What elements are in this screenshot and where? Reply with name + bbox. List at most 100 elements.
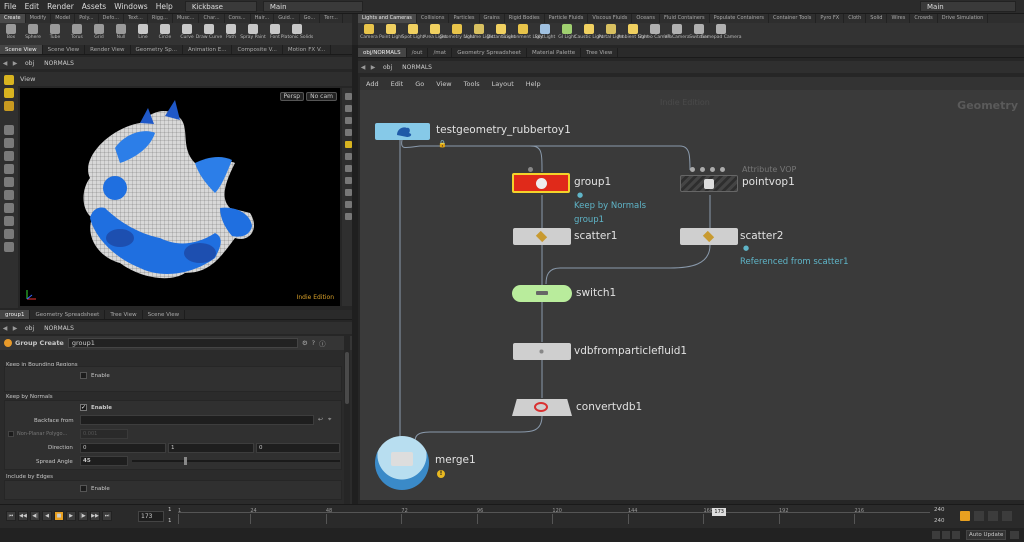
shelf-tab-left-13[interactable]: Terr...	[320, 14, 343, 23]
shelf-tab-left-10[interactable]: Hair...	[251, 14, 275, 23]
rotate-tool-icon[interactable]	[4, 101, 14, 111]
group1-input-connector[interactable]	[528, 167, 533, 172]
shelf-tab-right-16[interactable]: Drive Simulation	[938, 14, 989, 23]
end-frame[interactable]: 240	[934, 507, 945, 513]
shelf-tab-left-8[interactable]: Char...	[199, 14, 225, 23]
move-tool-icon[interactable]	[4, 88, 14, 98]
snapshot-icon[interactable]	[344, 213, 352, 220]
scene-tab-5[interactable]: Composite V...	[232, 45, 283, 54]
shelf-tool-tube[interactable]: Tube	[44, 23, 66, 45]
scene-tab-6[interactable]: Motion FX V...	[283, 45, 332, 54]
direction-y-field[interactable]: 1	[168, 443, 254, 453]
shelf-tab-right-6[interactable]: Viscous Fluids	[588, 14, 633, 23]
shelf-tab-right-15[interactable]: Crowds	[910, 14, 938, 23]
desktop-select-left[interactable]: Kickbase	[184, 1, 257, 12]
next-key-icon[interactable]: |▶	[78, 511, 88, 521]
shelf-tool-curve[interactable]: Curve	[176, 23, 198, 45]
forward-arrow-icon[interactable]: ▶	[10, 325, 20, 332]
refresh-icon[interactable]	[1010, 531, 1019, 539]
direction-z-field[interactable]: 0	[256, 443, 340, 453]
shelf-tool-area-light[interactable]: Area Light	[423, 23, 447, 45]
warning-icon[interactable]: !	[437, 470, 445, 478]
shelf-tool-spot-light[interactable]: Spot Light	[402, 23, 424, 45]
expression-icon[interactable]: ↩	[318, 416, 323, 423]
shelf-tool-line[interactable]: Line	[132, 23, 154, 45]
shelf-tab-right-9[interactable]: Populate Containers	[710, 14, 769, 23]
network-tab-3[interactable]: Geometry Spreadsheet	[452, 48, 528, 57]
key-icon[interactable]	[960, 511, 970, 521]
current-frame-field[interactable]: 173	[138, 511, 164, 522]
jump-end-icon[interactable]: ⏭	[102, 511, 112, 521]
scene-tab-3[interactable]: Geometry Sp...	[131, 45, 183, 54]
desktop-select-mid[interactable]: Main	[262, 1, 363, 12]
param-tab-2[interactable]: Tree View	[105, 310, 143, 319]
shelf-tab-left-5[interactable]: Text...	[124, 14, 148, 23]
forward-arrow-icon[interactable]: ▶	[10, 60, 20, 67]
info-icon[interactable]: ⓘ	[319, 338, 326, 348]
network-editor[interactable]: Indie Edition Geometry testgeometry_rubb…	[360, 90, 1024, 500]
prev-key-icon[interactable]: ◀|	[30, 511, 40, 521]
network-menu-tools[interactable]: Tools	[458, 80, 486, 88]
scene-tab-2[interactable]: Render View	[85, 45, 131, 54]
node-switch1[interactable]	[512, 285, 572, 302]
scope-icon[interactable]	[974, 511, 984, 521]
shelf-tab-right-13[interactable]: Solid	[866, 14, 888, 23]
wireframe-icon[interactable]	[344, 129, 352, 136]
shelf-tool-grid[interactable]: Grid	[88, 23, 110, 45]
shelf-tool-spray-paint[interactable]: Spray Paint	[240, 23, 266, 45]
node-pointvop1[interactable]	[680, 175, 738, 192]
pointvop-input-1[interactable]	[690, 167, 695, 172]
shelf-tool-caustic-light[interactable]: Caustic Light	[574, 23, 604, 45]
play-icon[interactable]: ▶	[66, 511, 76, 521]
paint-tool-icon[interactable]	[4, 216, 14, 226]
auto-update-menu[interactable]: Auto Update	[966, 530, 1006, 540]
shelf-tool-null[interactable]: Null	[110, 23, 132, 45]
network-menu-help[interactable]: Help	[520, 80, 547, 88]
menu-help[interactable]: Help	[152, 2, 177, 11]
shelf-tab-left-7[interactable]: Musc...	[173, 14, 200, 23]
shelf-tool-distant-light[interactable]: Distant Light	[487, 23, 515, 45]
shelf-tool-gamepad-camera[interactable]: Gamepad Camera	[701, 23, 741, 45]
shelf-tab-left-1[interactable]: Modify	[26, 14, 52, 23]
status-icon-2[interactable]	[942, 531, 950, 539]
shelf-tool-stereo-camera[interactable]: Stereo Camera	[638, 23, 672, 45]
template-icon[interactable]	[344, 153, 352, 160]
forward-arrow-icon[interactable]: ▶	[368, 64, 378, 71]
step-forward-icon[interactable]: ▶▶	[90, 511, 100, 521]
shelf-tool-gi-light[interactable]: GI Light	[556, 23, 578, 45]
path-node[interactable]: NORMALS	[397, 64, 437, 71]
param-tab-1[interactable]: Geometry Spreadsheet	[30, 310, 106, 319]
shelf-tool-platonic-solids[interactable]: Platonic Solids	[281, 23, 313, 45]
gear-icon[interactable]: ⚙	[302, 339, 308, 347]
network-tab-0[interactable]: obj/NORMALS	[358, 48, 407, 57]
stop-icon[interactable]: ■	[54, 511, 64, 521]
params-scroll-thumb[interactable]	[345, 352, 349, 404]
spread-angle-field[interactable]: 45	[80, 456, 128, 466]
bounding-enable-checkbox[interactable]	[80, 372, 87, 379]
measure-tool-icon[interactable]	[4, 229, 14, 239]
keys-icon[interactable]	[988, 511, 998, 521]
shelf-tool-switcher[interactable]: Switcher	[688, 23, 710, 45]
path-node[interactable]: NORMALS	[39, 325, 79, 332]
shelf-tool-volume-light[interactable]: Volume Light	[464, 23, 494, 45]
shelf-tab-right-1[interactable]: Collisions	[417, 14, 450, 23]
shelf-tool-font[interactable]: Font	[264, 23, 286, 45]
node-scatter2[interactable]	[680, 228, 738, 245]
shelf-tab-right-14[interactable]: Wires	[887, 14, 911, 23]
shading-icon[interactable]	[344, 117, 352, 124]
normals-enable-checkbox[interactable]: ✓	[80, 404, 87, 411]
shelf-tab-left-2[interactable]: Model	[51, 14, 76, 23]
direction-x-field[interactable]: 0	[80, 443, 166, 453]
path-root[interactable]: obj	[20, 60, 39, 67]
select-icon[interactable]: ⌖	[328, 416, 331, 424]
select-tool-icon[interactable]	[4, 75, 14, 85]
shelf-tool-camera[interactable]: Camera	[358, 23, 380, 45]
shelf-tool-point-light[interactable]: Point Light	[379, 23, 403, 45]
shelf-tool-sphere[interactable]: Sphere	[22, 23, 44, 45]
shelf-tab-right-10[interactable]: Container Tools	[769, 14, 817, 23]
shelf-tab-right-0[interactable]: Lights and Cameras	[358, 14, 417, 23]
pointvop-input-2[interactable]	[700, 167, 705, 172]
network-tab-1[interactable]: /out	[407, 48, 429, 57]
points-icon[interactable]	[344, 165, 352, 172]
snap-tool-icon[interactable]	[4, 190, 14, 200]
